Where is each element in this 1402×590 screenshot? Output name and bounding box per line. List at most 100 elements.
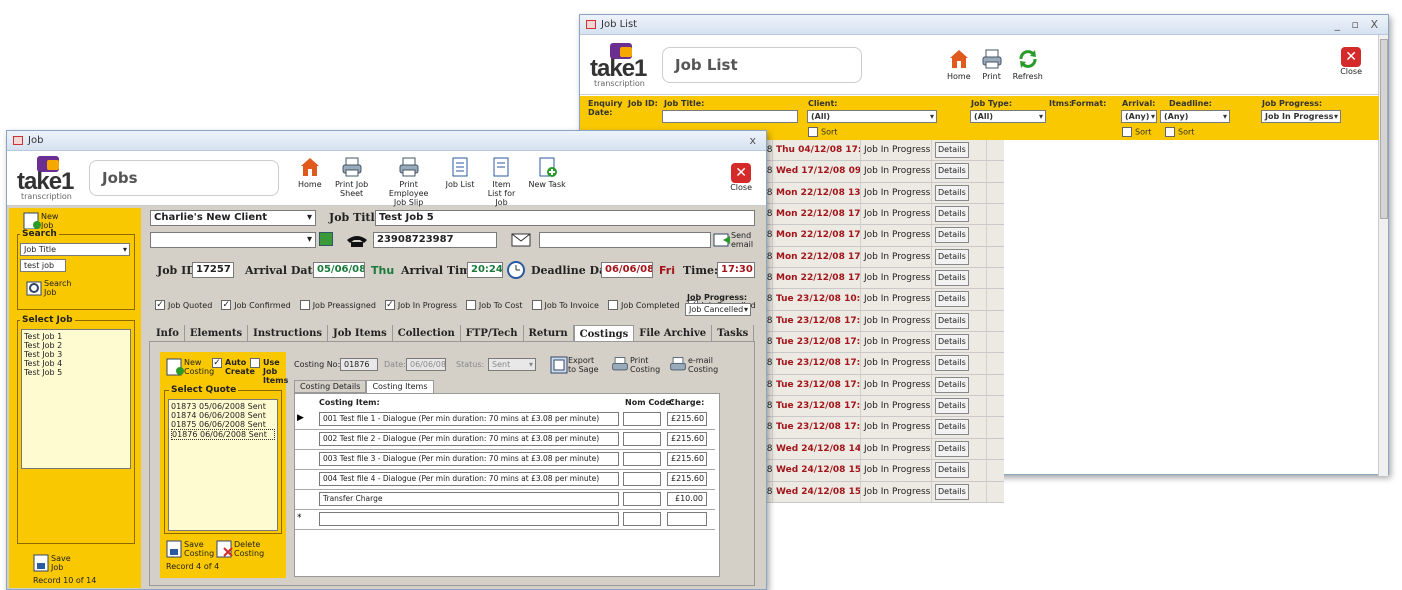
email-input[interactable] (539, 232, 711, 248)
details-button[interactable]: Details (935, 206, 969, 223)
quote-item[interactable]: 01874 06/06/2008 Sent (171, 411, 275, 420)
details-button[interactable]: Details (935, 163, 969, 180)
new-job-button[interactable]: New Job (23, 212, 65, 230)
status-checkbox[interactable]: ✓ Job Confirmed (221, 300, 291, 310)
auto-create-checkbox[interactable]: ✓ Auto Create (212, 358, 255, 376)
window-controls[interactable]: _ ▫ X (1335, 18, 1382, 31)
close-button[interactable]: ✕ Close (730, 163, 752, 192)
row-details-cell[interactable]: Details (932, 246, 987, 268)
costing-item-desc[interactable]: Transfer Charge (319, 492, 619, 506)
details-button[interactable]: Details (935, 227, 969, 244)
costing-item-desc[interactable]: 002 Test file 2 - Dialogue (Per min dura… (319, 432, 619, 446)
deadline-time-input[interactable]: 17:30 (717, 262, 755, 278)
email-costing-button[interactable]: e-mail Costing (668, 356, 720, 374)
print-costing-button[interactable]: Print Costing (610, 356, 660, 374)
checkbox-box[interactable] (299, 300, 310, 310)
row-details-cell[interactable]: Details (932, 332, 987, 353)
costing-item-row[interactable]: 002 Test file 2 - Dialogue (Per min dura… (295, 430, 715, 450)
save-costing-button[interactable]: Save Costing (166, 540, 214, 558)
refresh-button[interactable]: Refresh (1013, 48, 1043, 81)
job-progress-filter[interactable]: Job In Progress ▾ (1261, 110, 1341, 123)
deadline-sort[interactable]: Sort (1165, 127, 1194, 137)
select-job-list[interactable]: Test Job 1 Test Job 2 Test Job 3 Test Job 4… (21, 329, 131, 469)
row-details-cell[interactable]: Details (932, 353, 987, 374)
row-details-cell[interactable]: Details (932, 310, 987, 332)
checkbox-box[interactable]: ✓ (221, 300, 232, 310)
client-filter[interactable]: (All) ▾ (807, 110, 937, 123)
search-field-select[interactable]: Job Title ▾ (20, 243, 130, 256)
details-button[interactable]: Details (935, 398, 969, 415)
arrival-sort[interactable]: Sort (1122, 127, 1151, 137)
phone-input[interactable]: 23908723987 (373, 232, 497, 248)
window-close[interactable]: x (749, 134, 760, 147)
search-input[interactable]: test job (20, 259, 66, 272)
save-job-button[interactable]: Save Job (33, 554, 71, 572)
row-selector[interactable] (297, 493, 309, 507)
row-details-cell[interactable]: Details (932, 204, 987, 225)
row-selector[interactable]: * (297, 513, 309, 527)
job-list-item[interactable]: Test Job 2 (24, 341, 128, 350)
row-selector[interactable] (297, 473, 309, 487)
charge-input[interactable]: £10.00 (667, 492, 707, 506)
row-details-cell[interactable]: Details (932, 140, 987, 161)
home-button[interactable]: Home (298, 156, 322, 189)
costing-item-row[interactable]: 004 Test file 4 - Dialogue (Per min dura… (295, 470, 715, 490)
nom-code-input[interactable] (623, 432, 661, 446)
new-costing-button[interactable]: New Costing (166, 358, 214, 376)
quote-item[interactable]: 01875 06/06/2008 Sent (171, 420, 275, 429)
row-details-cell[interactable]: Details (932, 481, 987, 502)
nom-code-input[interactable] (623, 452, 661, 466)
job-list-item[interactable]: Test Job 1 (24, 332, 128, 341)
row-details-cell[interactable]: Details (932, 182, 987, 204)
print-employee-slip-button[interactable]: Print Employee Job Slip (382, 156, 436, 207)
checkbox-box[interactable]: ✓ (384, 300, 395, 310)
details-button[interactable]: Details (935, 184, 969, 201)
status-checkbox[interactable]: Job To Cost (465, 300, 523, 310)
checkbox-box[interactable] (531, 300, 542, 310)
job-type-filter[interactable]: (All) ▾ (970, 110, 1046, 123)
job-list-button[interactable]: Job List (446, 156, 474, 189)
costing-item-row[interactable]: Transfer Charge £10.00 (295, 490, 715, 510)
checkbox-box[interactable]: ✓ (155, 300, 165, 310)
charge-input[interactable] (667, 512, 707, 526)
details-button[interactable]: Details (935, 483, 969, 500)
arrival-date-input[interactable]: 05/06/08 (313, 262, 365, 278)
row-details-cell[interactable]: Details (932, 374, 987, 396)
clock-icon[interactable] (507, 261, 525, 279)
search-job-button[interactable]: Search Job (26, 279, 71, 297)
use-job-items-checkbox[interactable]: Use Job Items (250, 358, 288, 385)
details-button[interactable]: Details (935, 376, 969, 393)
row-details-cell[interactable]: Details (932, 289, 987, 310)
details-button[interactable]: Details (935, 291, 969, 308)
home-button[interactable]: Home (947, 48, 971, 81)
row-selector[interactable] (297, 433, 309, 447)
row-details-cell[interactable]: Details (932, 460, 987, 481)
details-button[interactable]: Details (935, 334, 969, 351)
contact-go-button[interactable] (319, 232, 333, 246)
status-checkbox[interactable]: ✓ Job In Progress (384, 300, 457, 310)
row-selector[interactable] (297, 453, 309, 467)
details-button[interactable]: Details (935, 355, 969, 372)
arrival-filter[interactable]: (Any) ▾ (1121, 110, 1157, 123)
print-button[interactable]: Print (981, 48, 1003, 81)
nom-code-input[interactable] (623, 512, 661, 526)
send-email-button[interactable]: Send email (713, 231, 753, 249)
close-button[interactable]: ✕ Close (1340, 47, 1362, 76)
job-title-input[interactable]: Test Job 5 (375, 210, 755, 226)
details-button[interactable]: Details (935, 462, 969, 479)
export-to-sage-button[interactable]: Export to Sage (550, 356, 602, 374)
client-select[interactable]: Charlie's New Client ▾ (150, 210, 316, 226)
details-button[interactable]: Details (935, 248, 969, 265)
client-sort[interactable]: Sort (808, 127, 837, 137)
costing-item-desc[interactable]: 004 Test file 4 - Dialogue (Per min dura… (319, 472, 619, 486)
costing-item-desc[interactable]: 003 Test file 3 - Dialogue (Per min dura… (319, 452, 619, 466)
job-list-item[interactable]: Test Job 5 (24, 368, 128, 377)
checkbox-box[interactable] (607, 300, 618, 310)
contact-select[interactable]: ▾ (150, 232, 316, 248)
row-details-cell[interactable]: Details (932, 417, 987, 438)
costing-item-desc[interactable] (319, 512, 619, 526)
nom-code-input[interactable] (623, 492, 661, 506)
charge-input[interactable]: £215.60 (667, 432, 707, 446)
quote-item[interactable]: 01876 06/06/2008 Sent (171, 429, 275, 440)
job-progress-select[interactable]: Job Cancelled ▾ (685, 303, 751, 316)
